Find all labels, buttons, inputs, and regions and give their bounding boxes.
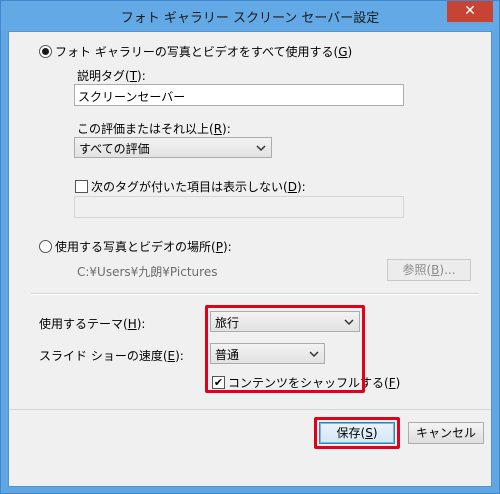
- rating-dropdown[interactable]: すべての評価: [74, 137, 272, 158]
- title-bar[interactable]: フォト ギャラリー スクリーン セーバー設定 ✕: [1, 1, 499, 31]
- window-title: フォト ギャラリー スクリーン セーバー設定: [120, 11, 380, 26]
- label-text: ): [347, 45, 353, 59]
- folder-path-text: C:¥Users¥九朗¥Pictures: [77, 265, 218, 279]
- theme-label: 使用するテーマ(H):: [39, 317, 146, 331]
- radio-use-folder[interactable]: [39, 240, 52, 253]
- footer-divider: [9, 409, 491, 410]
- exclude-tags-input[interactable]: [74, 196, 404, 218]
- cancel-button[interactable]: キャンセル: [408, 422, 484, 444]
- rating-label: この評価またはそれ以上(R):: [77, 122, 231, 136]
- highlight-save-button: [314, 417, 400, 449]
- label-text: フォト ギャラリーの写真とビデオをすべて使用する(: [55, 45, 339, 59]
- exclude-tags-label[interactable]: 次のタグが付いた項目は表示しない(D):: [91, 178, 306, 195]
- radio-use-folder-label[interactable]: 使用する写真とビデオの場所(P):: [55, 238, 232, 255]
- rating-selected-value: すべての評価: [79, 142, 150, 156]
- highlight-theme-group: [205, 305, 365, 393]
- chevron-down-icon: [256, 145, 266, 152]
- radio-use-gallery-label[interactable]: フォト ギャラリーの写真とビデオをすべて使用する(G): [55, 43, 352, 60]
- browse-button[interactable]: 参照(B)...: [387, 259, 471, 281]
- section-divider-highlight: [31, 294, 479, 295]
- tag-description-input[interactable]: スクリーンセーバー: [74, 84, 404, 106]
- radio-use-gallery[interactable]: [39, 45, 52, 58]
- dialog-window: フォト ギャラリー スクリーン セーバー設定 ✕ フォト ギャラリーの写真とビデ…: [0, 0, 500, 494]
- tag-description-label: 説明タグ(T):: [77, 69, 146, 83]
- exclude-tags-checkbox[interactable]: [75, 180, 88, 193]
- close-button[interactable]: ✕: [447, 1, 493, 22]
- close-icon: ✕: [464, 3, 476, 19]
- access-key: G: [338, 45, 348, 59]
- dialog-body: フォト ギャラリーの写真とビデオをすべて使用する(G) 説明タグ(T): スクリ…: [8, 31, 492, 487]
- speed-label: スライド ショーの速度(E):: [39, 349, 184, 363]
